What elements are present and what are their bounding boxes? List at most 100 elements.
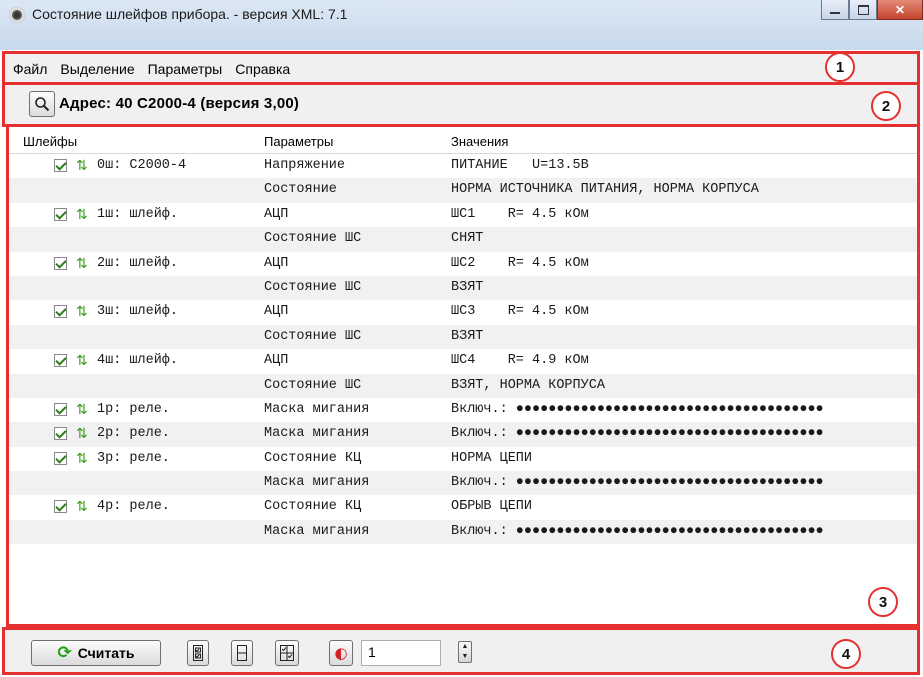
- table-row[interactable]: Состояние НОРМА ИСТОЧНИКА ПИТАНИЯ, НОРМА …: [9, 178, 917, 203]
- parameter-name: Маска мигания: [264, 426, 370, 442]
- parameter-value: ВЗЯТ: [451, 328, 484, 344]
- cycle-icon: ⇅: [76, 206, 88, 223]
- table-row[interactable]: ⇅ 3ш: шлейф. АЦП ШС3 R= 4.5 кОм: [9, 300, 917, 324]
- parameter-name: Состояние ШС: [264, 377, 362, 393]
- cycle-icon: ⇅: [76, 401, 88, 418]
- table-row[interactable]: ⇅ 1р: реле. Маска мигания Включ.: ●●●●●●●●●…: [9, 398, 917, 422]
- annotation-badge-3: 3: [868, 587, 898, 617]
- parameter-name: АЦП: [264, 353, 289, 369]
- loop-name: 0ш: С2000-4: [97, 158, 187, 173]
- menu-file[interactable]: Файл: [13, 61, 47, 77]
- maximize-icon[interactable]: [849, 0, 877, 20]
- table-row[interactable]: ⇅ 2ш: шлейф. АЦП ШС2 R= 4.5 кОм: [9, 252, 917, 276]
- auto-refresh-button[interactable]: ◐: [329, 640, 353, 666]
- column-header-parameters[interactable]: Параметры: [264, 134, 333, 149]
- parameter-value: НОРМА ИСТОЧНИКА ПИТАНИЯ, НОРМА КОРПУСА: [451, 182, 759, 198]
- table-row[interactable]: ⇅ 3р: реле. Состояние КЦ НОРМА ЦЕПИ: [9, 447, 917, 471]
- parameter-value: ШС2 R= 4.5 кОм: [451, 255, 589, 271]
- loop-name: 2р: реле.: [97, 426, 170, 442]
- grid-icon: [280, 645, 294, 661]
- cycle-icon: ⇅: [76, 426, 88, 443]
- bottom-toolbar: ⟳ Считать ◐ 1 ▲ ▼: [2, 627, 920, 675]
- parameter-value: Включ.: ●●●●●●●●●●●●●●●●●●●●●●●●●●●●●●●●…: [451, 475, 824, 491]
- parameter-value: ШС1 R= 4.5 кОм: [451, 206, 589, 222]
- close-icon[interactable]: ✕: [877, 0, 923, 20]
- table-header: Шлейфы Параметры Значения: [9, 131, 917, 154]
- annotation-badge-1: 1: [825, 52, 855, 82]
- menu-selection[interactable]: Выделение: [60, 61, 134, 77]
- table-row[interactable]: Состояние ШС СНЯТ: [9, 227, 917, 252]
- loop-name: 3р: реле.: [97, 450, 170, 466]
- table-row[interactable]: ⇅ 4р: реле. Состояние КЦ ОБРЫВ ЦЕПИ: [9, 495, 917, 519]
- cycle-icon: ⇅: [76, 158, 88, 174]
- interval-input[interactable]: 1: [361, 640, 441, 666]
- annotation-badge-4: 4: [831, 639, 861, 669]
- menu-parameters[interactable]: Параметры: [148, 61, 223, 77]
- table-row[interactable]: Маска мигания Включ.: ●●●●●●●●●●●●●●●●●●●…: [9, 471, 917, 496]
- parameter-value: ПИТАНИЕ U=13.5В: [451, 158, 589, 173]
- loop-name: 4р: реле.: [97, 499, 170, 515]
- parameter-name: Маска мигания: [264, 401, 370, 417]
- grid-select-button[interactable]: [275, 640, 299, 666]
- cycle-icon: ⇅: [76, 499, 88, 516]
- column-header-values[interactable]: Значения: [451, 134, 508, 149]
- loop-name: 2ш: шлейф.: [97, 255, 179, 271]
- row-checkbox[interactable]: [54, 305, 67, 319]
- row-checkbox[interactable]: [54, 451, 67, 465]
- parameter-name: Состояние: [264, 182, 337, 198]
- parameter-name: Маска мигания: [264, 523, 370, 539]
- parameter-value: ВЗЯТ: [451, 279, 484, 295]
- cycle-icon: ⇅: [76, 255, 88, 272]
- select-checked-button[interactable]: [187, 640, 209, 666]
- row-checkbox[interactable]: [54, 256, 67, 270]
- row-checkbox[interactable]: [54, 427, 67, 441]
- table-row[interactable]: ⇅ 2р: реле. Маска мигания Включ.: ●●●●●●●●●…: [9, 422, 917, 447]
- table-row[interactable]: ⇅ 1ш: шлейф. АЦП ШС1 R= 4.5 кОм: [9, 203, 917, 227]
- parameter-name: Состояние КЦ: [264, 499, 362, 515]
- device-address: Адрес: 40 С2000-4 (версия 3,00): [59, 95, 300, 112]
- deselect-button[interactable]: [231, 640, 253, 666]
- cycle-icon: ⇅: [76, 304, 88, 321]
- cycle-icon: ⇅: [76, 450, 88, 467]
- search-icon: [35, 97, 50, 112]
- parameter-name: Маска мигания: [264, 475, 370, 491]
- search-button[interactable]: [29, 91, 55, 117]
- row-checkbox[interactable]: [54, 207, 67, 221]
- parameter-name: Состояние КЦ: [264, 450, 362, 466]
- checked-list-icon: [193, 645, 203, 661]
- row-checkbox[interactable]: [54, 159, 67, 172]
- column-header-loops[interactable]: Шлейфы: [23, 134, 77, 149]
- parameter-name: АЦП: [264, 304, 289, 320]
- row-checkbox[interactable]: [54, 402, 67, 416]
- parameter-value: ВЗЯТ, НОРМА КОРПУСА: [451, 377, 605, 393]
- loops-table: Шлейфы Параметры Значения ⇅ 0ш: С2000-4 На…: [6, 127, 920, 627]
- spin-up-icon[interactable]: ▲: [459, 642, 471, 652]
- read-button[interactable]: ⟳ Считать: [31, 640, 161, 666]
- table-row[interactable]: Состояние ШС ВЗЯТ, НОРМА КОРПУСА: [9, 373, 917, 398]
- empty-list-icon: [237, 645, 247, 661]
- cycle-icon: ⇅: [76, 353, 88, 370]
- parameter-name: Состояние ШС: [264, 279, 362, 295]
- table-row[interactable]: ⇅ 4ш: шлейф. АЦП ШС4 R= 4.9 кОм: [9, 349, 917, 373]
- interval-spinner[interactable]: ▲ ▼: [458, 641, 472, 663]
- parameter-value: Включ.: ●●●●●●●●●●●●●●●●●●●●●●●●●●●●●●●●…: [451, 426, 824, 442]
- row-checkbox[interactable]: [54, 354, 67, 368]
- parameter-name: АЦП: [264, 206, 289, 222]
- table-row[interactable]: Состояние ШС ВЗЯТ: [9, 275, 917, 301]
- parameter-value: СНЯТ: [451, 231, 484, 247]
- parameter-name: Напряжение: [264, 158, 346, 173]
- menu-help[interactable]: Справка: [235, 61, 290, 77]
- table-row[interactable]: ⇅ 0ш: С2000-4 Напряжение ПИТАНИЕ U=13.5В: [9, 154, 917, 178]
- table-row[interactable]: Состояние ШС ВЗЯТ: [9, 324, 917, 350]
- row-checkbox[interactable]: [54, 500, 67, 514]
- parameter-value: Включ.: ●●●●●●●●●●●●●●●●●●●●●●●●●●●●●●●●…: [451, 401, 824, 417]
- parameter-value: Включ.: ●●●●●●●●●●●●●●●●●●●●●●●●●●●●●●●●…: [451, 523, 824, 539]
- annotation-badge-2: 2: [871, 91, 901, 121]
- table-row[interactable]: Маска мигания Включ.: ●●●●●●●●●●●●●●●●●●●…: [9, 519, 917, 545]
- refresh-icon: ⟳: [57, 643, 72, 663]
- table-body: ⇅ 0ш: С2000-4 Напряжение ПИТАНИЕ U=13.5В Сос…: [9, 154, 917, 545]
- parameter-value: НОРМА ЦЕПИ: [451, 450, 533, 466]
- minimize-icon[interactable]: [821, 0, 849, 20]
- menu-bar: Файл Выделение Параметры Справка: [2, 51, 920, 85]
- spin-down-icon[interactable]: ▼: [459, 652, 471, 662]
